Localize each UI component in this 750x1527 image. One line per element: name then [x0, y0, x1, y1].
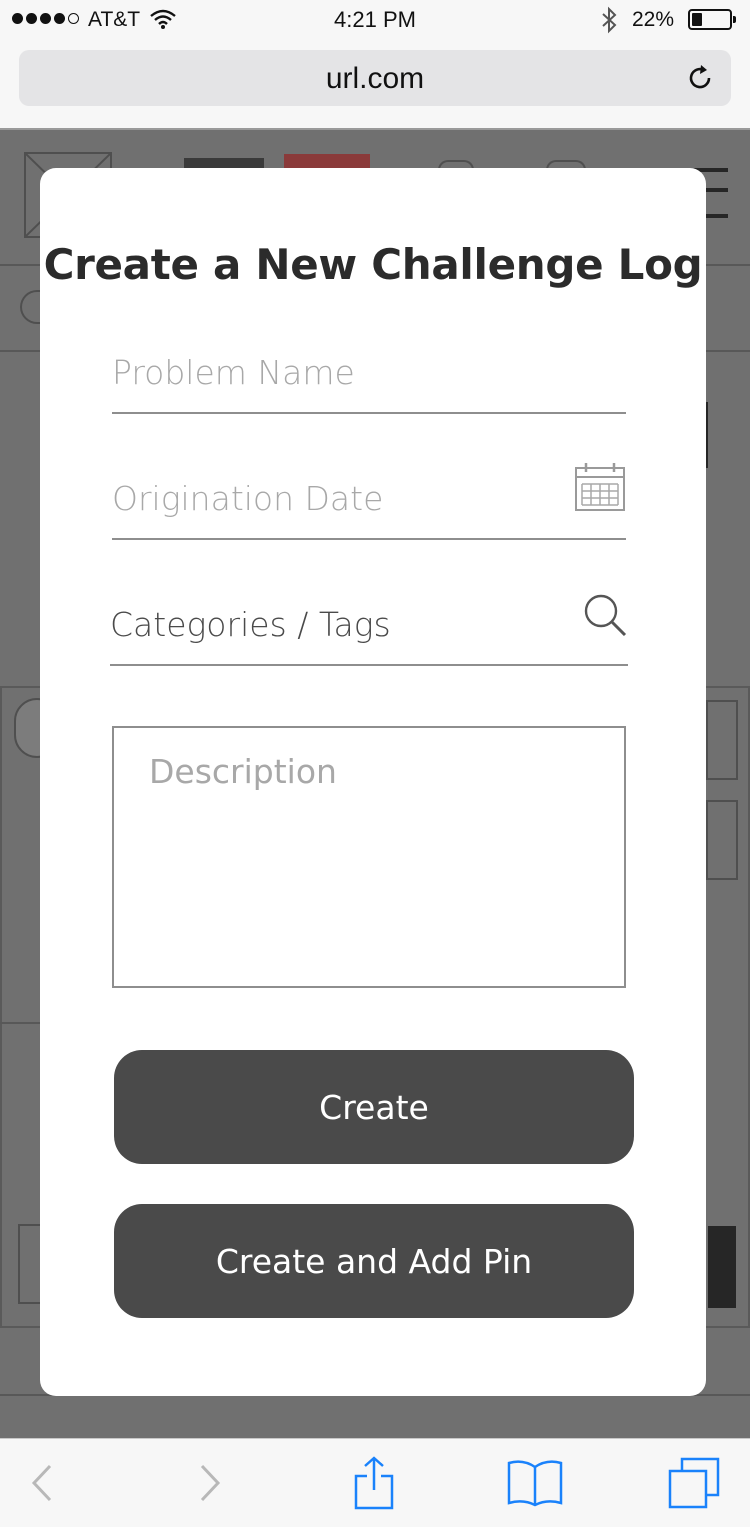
bg-menu-line-2	[706, 188, 728, 192]
tabs-icon	[668, 1457, 720, 1509]
modal-title: Create a New Challenge Log	[43, 240, 703, 289]
bg-map-control-2	[706, 800, 738, 880]
categories-tags-field	[110, 580, 628, 666]
bg-menu-line-3	[706, 214, 728, 218]
back-icon	[31, 1464, 52, 1502]
battery-icon	[688, 9, 736, 30]
browser-address-bar: url.com	[0, 40, 750, 130]
bg-logo-fragment	[284, 154, 370, 168]
bg-map-line	[0, 1022, 40, 1024]
search-icon[interactable]	[582, 592, 628, 638]
create-challenge-log-modal: Create a New Challenge Log Problem Name …	[40, 168, 706, 1396]
reload-icon[interactable]	[687, 64, 715, 92]
share-icon	[354, 1456, 394, 1510]
bg-map-dark-block	[708, 1226, 736, 1308]
share-button[interactable]	[344, 1439, 404, 1527]
create-button[interactable]: Create	[114, 1050, 634, 1164]
problem-name-field	[112, 328, 626, 414]
forward-icon	[200, 1464, 221, 1502]
url-field[interactable]: url.com	[19, 50, 731, 106]
bookmarks-button[interactable]	[504, 1439, 566, 1527]
origination-date-input[interactable]	[112, 479, 566, 518]
bluetooth-icon	[602, 6, 617, 34]
bg-map-box	[18, 1224, 42, 1304]
tabs-button[interactable]	[664, 1439, 724, 1527]
bg-map-control	[706, 700, 738, 780]
forward-button[interactable]	[180, 1439, 240, 1527]
origination-date-field	[112, 454, 626, 540]
url-text: url.com	[325, 62, 425, 95]
bg-fragment	[20, 290, 42, 324]
calendar-icon[interactable]	[574, 462, 626, 512]
categories-tags-input[interactable]	[110, 605, 568, 644]
bookmarks-icon	[507, 1460, 563, 1507]
browser-toolbar	[0, 1438, 750, 1527]
problem-name-input[interactable]	[112, 353, 566, 392]
back-button[interactable]	[12, 1439, 72, 1527]
create-and-add-pin-button[interactable]: Create and Add Pin	[114, 1204, 634, 1318]
battery-percentage: 22%	[632, 8, 675, 31]
status-bar: AT&T 4:21 PM 22%	[0, 0, 750, 40]
description-textarea[interactable]	[112, 726, 626, 988]
